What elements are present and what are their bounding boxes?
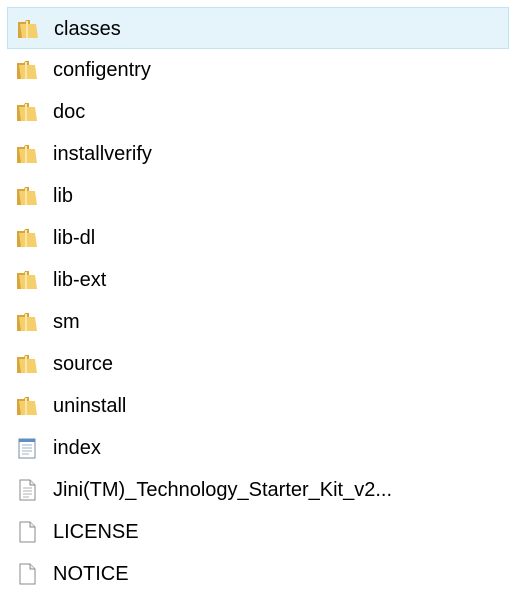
item-label: LICENSE	[53, 521, 139, 543]
folder-icon	[15, 142, 39, 166]
item-label: index	[53, 437, 101, 459]
folder-icon	[15, 184, 39, 208]
item-label: source	[53, 353, 114, 375]
folder-icon	[15, 268, 39, 292]
item-label: lib-dl	[53, 227, 96, 249]
list-item-jini-starter-kit[interactable]: Jini(TM)_Technology_Starter_Kit_v2...	[7, 469, 509, 511]
item-label: lib	[53, 185, 74, 207]
list-item-lib-dl[interactable]: lib-dl	[7, 217, 509, 259]
list-item-source[interactable]: source	[7, 343, 509, 385]
text-file-icon	[15, 478, 39, 502]
list-item-classes[interactable]: classes	[7, 7, 509, 49]
notepad-file-icon	[15, 436, 39, 460]
item-label: classes	[54, 18, 121, 40]
item-label: lib-ext	[53, 269, 107, 291]
folder-icon	[16, 17, 40, 41]
item-label: doc	[53, 101, 86, 123]
list-item-doc[interactable]: doc	[7, 91, 509, 133]
folder-icon	[15, 100, 39, 124]
item-label: configentry	[53, 59, 151, 81]
blank-file-icon	[15, 562, 39, 586]
item-label: sm	[53, 311, 80, 333]
folder-icon	[15, 58, 39, 82]
folder-icon	[15, 310, 39, 334]
folder-icon	[15, 394, 39, 418]
folder-icon	[15, 226, 39, 250]
list-item-index[interactable]: index	[7, 427, 509, 469]
list-item-lib[interactable]: lib	[7, 175, 509, 217]
list-item-license[interactable]: LICENSE	[7, 511, 509, 553]
file-list: classes configentry doc installverify li…	[7, 7, 509, 595]
item-label: installverify	[53, 143, 152, 165]
item-label: uninstall	[53, 395, 127, 417]
list-item-configentry[interactable]: configentry	[7, 49, 509, 91]
list-item-sm[interactable]: sm	[7, 301, 509, 343]
list-item-installverify[interactable]: installverify	[7, 133, 509, 175]
list-item-lib-ext[interactable]: lib-ext	[7, 259, 509, 301]
list-item-uninstall[interactable]: uninstall	[7, 385, 509, 427]
blank-file-icon	[15, 520, 39, 544]
item-label: Jini(TM)_Technology_Starter_Kit_v2...	[53, 479, 393, 501]
folder-icon	[15, 352, 39, 376]
